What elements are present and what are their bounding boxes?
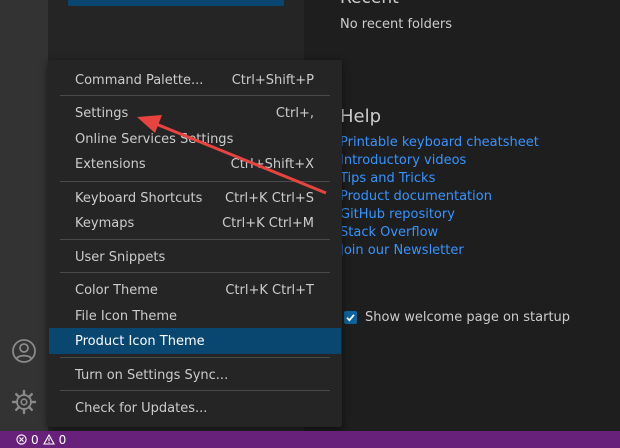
- activity-bar: [0, 0, 48, 431]
- menu-item-color-theme[interactable]: Color Theme Ctrl+K Ctrl+T: [49, 277, 341, 303]
- menu-item-product-icon-theme[interactable]: Product Icon Theme: [49, 328, 341, 354]
- manage-gear-icon[interactable]: [8, 386, 40, 418]
- help-link-keyboard-cheatsheet[interactable]: Printable keyboard cheatsheet: [340, 135, 539, 150]
- help-link-product-documentation[interactable]: Product documentation: [340, 189, 492, 204]
- error-icon[interactable]: [16, 434, 27, 445]
- menu-item-keyboard-shortcuts[interactable]: Keyboard Shortcuts Ctrl+K Ctrl+S: [49, 185, 341, 211]
- menu-item-settings-sync[interactable]: Turn on Settings Sync...: [49, 362, 341, 388]
- recent-empty-text: No recent folders: [340, 17, 452, 32]
- menu-separator: [60, 390, 330, 391]
- menu-item-settings[interactable]: Settings Ctrl+,: [49, 100, 341, 126]
- menu-item-file-icon-theme[interactable]: File Icon Theme: [49, 303, 341, 329]
- show-on-startup-row[interactable]: Show welcome page on startup: [344, 310, 570, 325]
- sidebar-selected-item[interactable]: [68, 0, 284, 6]
- menu-separator: [60, 272, 330, 273]
- help-link-stack-overflow[interactable]: Stack Overflow: [340, 225, 438, 240]
- menu-item-online-services-settings[interactable]: Online Services Settings: [49, 126, 341, 152]
- help-link-tips-and-tricks[interactable]: Tips and Tricks: [340, 171, 435, 186]
- recent-heading: Recent: [340, 0, 399, 8]
- menu-separator: [60, 95, 330, 96]
- menu-separator: [60, 357, 330, 358]
- menu-item-check-for-updates[interactable]: Check for Updates...: [49, 395, 341, 421]
- menu-separator: [60, 181, 330, 182]
- welcome-page: Recent No recent folders Help Printable …: [304, 0, 620, 431]
- warning-count[interactable]: 0: [59, 433, 67, 447]
- menu-item-user-snippets[interactable]: User Snippets: [49, 244, 341, 270]
- help-link-introductory-videos[interactable]: Introductory videos: [340, 153, 466, 168]
- status-bar: 0 0: [0, 431, 620, 448]
- show-on-startup-label: Show welcome page on startup: [365, 310, 571, 325]
- menu-separator: [60, 239, 330, 240]
- show-on-startup-checkbox[interactable]: [344, 311, 357, 324]
- account-icon[interactable]: [8, 335, 40, 367]
- help-heading: Help: [340, 106, 382, 127]
- manage-menu: Command Palette... Ctrl+Shift+P Settings…: [48, 60, 342, 427]
- help-link-newsletter[interactable]: Join our Newsletter: [340, 243, 464, 258]
- menu-item-keymaps[interactable]: Keymaps Ctrl+K Ctrl+M: [49, 210, 341, 236]
- checkmark-icon: [346, 314, 355, 322]
- warning-icon[interactable]: [42, 434, 55, 445]
- help-link-github-repository[interactable]: GitHub repository: [340, 207, 455, 222]
- error-count[interactable]: 0: [31, 433, 39, 447]
- menu-item-command-palette[interactable]: Command Palette... Ctrl+Shift+P: [49, 67, 341, 93]
- menu-item-extensions[interactable]: Extensions Ctrl+Shift+X: [49, 151, 341, 177]
